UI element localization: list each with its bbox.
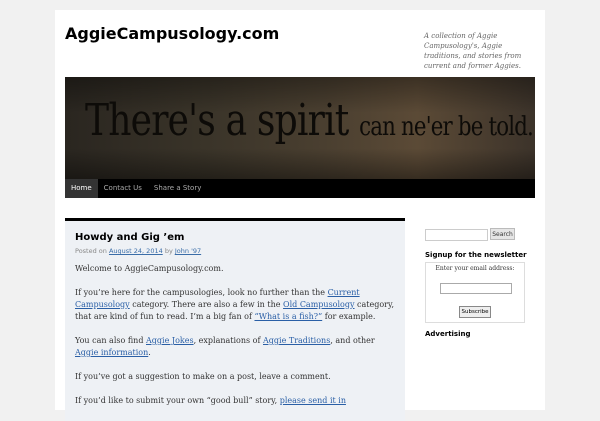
header-banner-image: There's a spirit can ne'er be told.... [65,77,535,179]
post-text: If you’re here for the campusologies, lo… [75,288,328,297]
newsletter-widget-title: Signup for the newsletter [425,251,527,259]
search-button[interactable]: Search [490,228,515,240]
page-wrapper: AggieCampusology.com A collection of Agg… [55,10,545,421]
posted-on-label: Posted on [75,247,107,255]
site-tagline: A collection of Aggie Campusology's, Agg… [424,32,522,70]
banner-text-small: can ne'er be told.... [359,112,535,142]
post-author-link[interactable]: John '97 [175,247,201,255]
post-text: , explanations of [193,336,263,345]
post-paragraph: Welcome to AggieCampusology.com. [75,264,224,273]
email-label: Enter your email address: [435,265,515,272]
post-text: , and other [330,336,375,345]
post-content-area: Howdy and Gig ’em Posted on August 24, 2… [65,218,405,421]
post-paragraph: If you’ve got a suggestion to make on a … [75,372,331,381]
send-story-link[interactable]: please send it in [280,396,346,405]
nav-item-home[interactable]: Home [65,179,98,198]
main-nav: Home Contact Us Share a Story [65,179,535,198]
advertising-widget-title: Advertising [425,330,471,338]
aggie-information-link[interactable]: Aggie information [75,348,148,357]
post-date-link[interactable]: August 24, 2014 [109,247,163,255]
post-paragraph: You can also find Aggie Jokes, explanati… [75,335,397,359]
what-is-a-fish-link[interactable]: “What is a fish?” [254,312,322,321]
newsletter-form: Enter your email address: Subscribe [425,262,525,323]
site-title[interactable]: AggieCampusology.com [65,24,279,43]
post-paragraph: If you’re here for the campusologies, lo… [75,287,397,323]
post-text: category. There are also a few in the [129,300,284,309]
post-body: Welcome to AggieCampusology.com. If you’… [75,263,397,419]
aggie-jokes-link[interactable]: Aggie Jokes [146,336,194,345]
nav-item-contact-us[interactable]: Contact Us [98,179,148,198]
post-text: for example. [322,312,376,321]
search-input[interactable] [425,229,488,241]
post-title[interactable]: Howdy and Gig ’em [75,232,184,243]
by-label: by [164,247,173,255]
subscribe-button[interactable]: Subscribe [459,306,491,318]
post-paragraph: If you’d like to submit your own “good b… [75,395,397,407]
aggie-traditions-link[interactable]: Aggie Traditions [263,336,330,345]
post-text: . [148,348,151,357]
email-field[interactable] [440,283,512,294]
post-text: You can also find [75,336,146,345]
banner-text-main: There's a spirit [85,95,349,146]
banner-text: There's a spirit can ne'er be told.... [85,95,535,146]
post-meta: Posted on August 24, 2014 by John '97 [75,247,201,255]
nav-item-share-a-story[interactable]: Share a Story [148,179,207,198]
post-text: If you’d like to submit your own “good b… [75,396,280,405]
old-campusology-link[interactable]: Old Campusology [283,300,354,309]
